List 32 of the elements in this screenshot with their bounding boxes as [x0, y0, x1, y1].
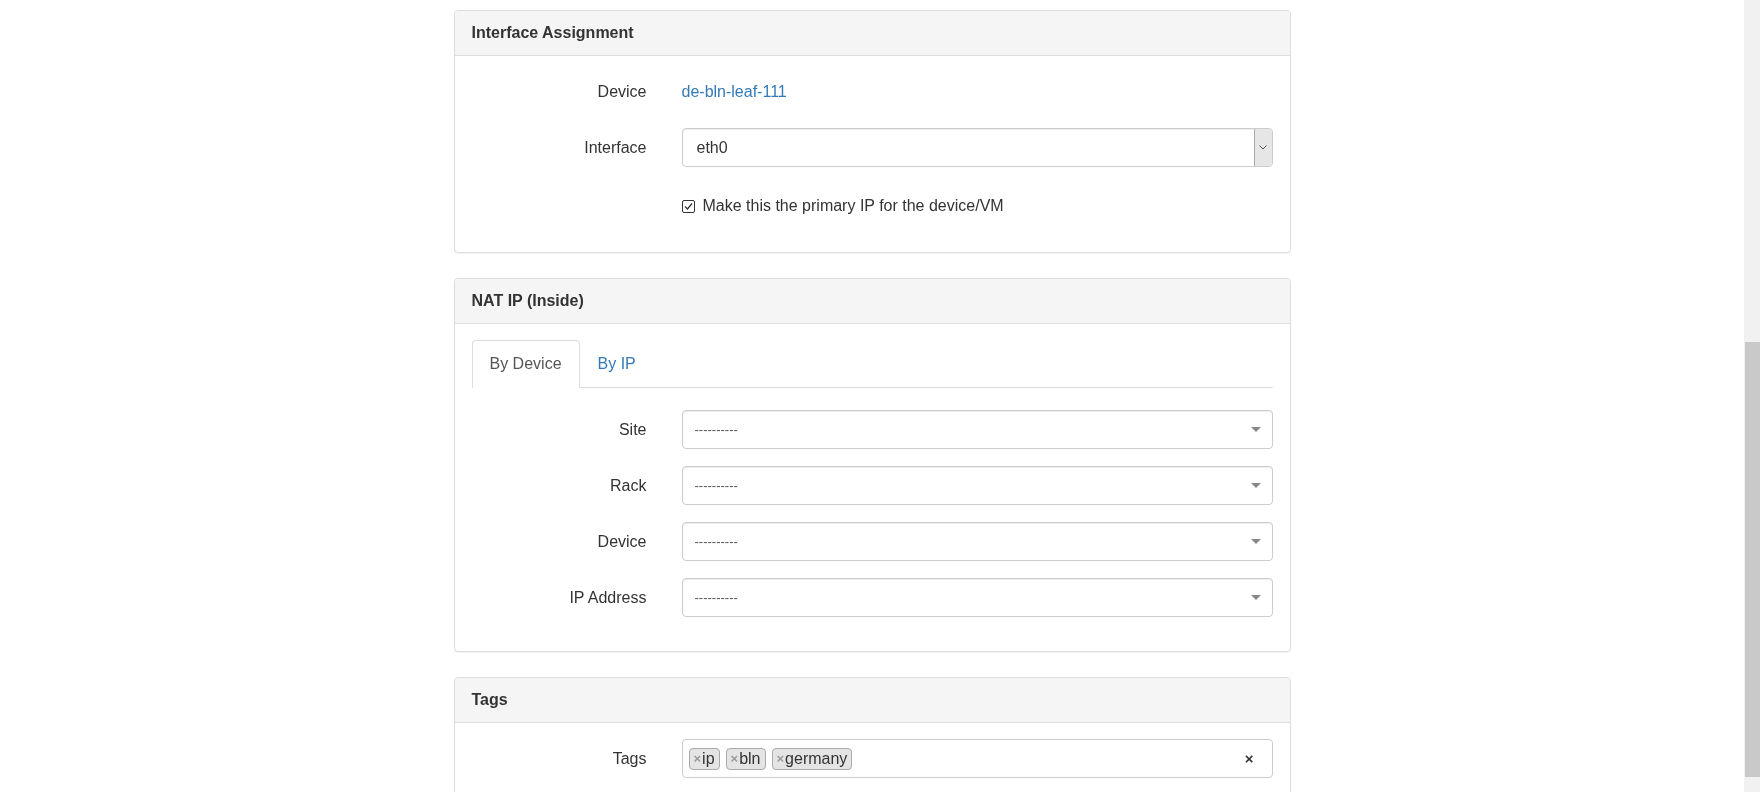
panel-title: Tags: [454, 678, 1290, 723]
device-link[interactable]: de-bln-leaf-111: [681, 82, 787, 100]
caret-icon: [1250, 595, 1261, 600]
field-label: Interface: [583, 138, 648, 157]
scrollbar-thumb[interactable]: [1745, 342, 1760, 777]
field-label: IP Address: [568, 588, 648, 607]
dropdown-select[interactable]: ----------: [681, 522, 1273, 561]
field-label: Device: [596, 82, 648, 101]
caret-icon: [1250, 539, 1261, 544]
interface-select[interactable]: eth0: [681, 128, 1273, 167]
field-label: Device: [596, 532, 648, 551]
tags-field[interactable]: ×ip ×bln ×germany ×: [681, 739, 1273, 778]
tag-chip: ×ip: [688, 747, 720, 770]
checkbox-label: Make this the primary IP for the device/VM: [702, 197, 1004, 215]
dropdown-select[interactable]: ----------: [681, 410, 1273, 449]
tag-chip: ×bln: [725, 747, 766, 770]
checkbox[interactable]: [681, 199, 695, 213]
tab[interactable]: By IP: [579, 340, 654, 388]
tab[interactable]: By Device: [471, 340, 580, 388]
caret-icon: [1250, 483, 1261, 488]
dropdown-select[interactable]: ----------: [681, 466, 1273, 505]
dropdown-select[interactable]: ----------: [681, 578, 1273, 617]
scrollbar[interactable]: [1744, 0, 1760, 792]
field-label: Site: [617, 420, 648, 439]
caret-icon: [1250, 427, 1261, 432]
clear-button[interactable]: ×: [1244, 750, 1254, 767]
field-label: Tags: [611, 749, 648, 768]
tag-chip: ×germany: [771, 747, 853, 770]
field-label: Rack: [609, 476, 648, 495]
panel-title: Interface Assignment: [454, 11, 1290, 56]
panel-title: NAT IP (Inside): [454, 279, 1290, 324]
chevron-down-icon: [1259, 145, 1267, 150]
